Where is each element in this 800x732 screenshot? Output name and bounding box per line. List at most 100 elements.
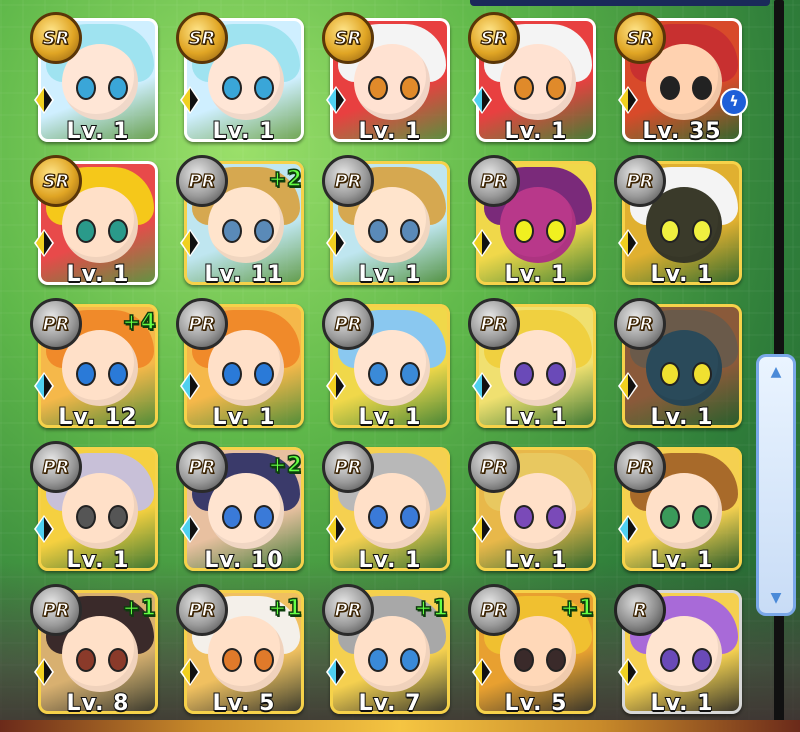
rarity-badge: PR (468, 584, 520, 636)
card-level: Lv. 1 (650, 547, 714, 574)
eye-left (368, 76, 388, 100)
card-level: Lv. 5 (504, 690, 568, 717)
card-level: Lv. 12 (57, 404, 138, 431)
eye-left (76, 219, 96, 243)
eye-left (514, 219, 534, 243)
eye-left (514, 648, 534, 672)
character-card[interactable]: PR +1 Lv. 7 (322, 584, 452, 718)
card-level: Lv. 1 (66, 118, 130, 145)
character-card[interactable]: PR Lv. 1 (614, 155, 744, 289)
chevron-down-icon[interactable]: ▼ (767, 591, 785, 605)
upgrade-count: +4 (122, 309, 157, 336)
card-level: Lv. 1 (358, 547, 422, 574)
eye-left (368, 219, 388, 243)
rarity-badge: SR (322, 12, 374, 64)
card-level: Lv. 1 (358, 404, 422, 431)
character-card[interactable]: PR Lv. 1 (322, 298, 452, 432)
card-level: Lv. 1 (650, 404, 714, 431)
character-card[interactable]: SR ϟ Lv. 35 (614, 12, 748, 146)
character-card[interactable]: PR +1 Lv. 5 (176, 584, 306, 718)
eye-right (254, 76, 274, 100)
chevron-up-icon[interactable]: ▲ (767, 365, 785, 379)
eye-right (108, 505, 128, 529)
eye-right (400, 76, 420, 100)
scrollbar-thumb[interactable]: ▲ ▼ (756, 354, 796, 616)
character-card[interactable]: PR Lv. 1 (322, 155, 452, 289)
eye-left (660, 505, 680, 529)
card-level: Lv. 1 (504, 404, 568, 431)
eye-left (222, 362, 242, 386)
character-card[interactable]: SR Lv. 1 (176, 12, 306, 146)
eye-left (368, 505, 388, 529)
card-level: Lv. 1 (650, 690, 714, 717)
character-card[interactable]: PR Lv. 1 (468, 155, 598, 289)
character-card[interactable]: PR +2 Lv. 11 (176, 155, 306, 289)
rarity-badge: PR (30, 441, 82, 493)
eye-right (400, 505, 420, 529)
character-card[interactable]: PR Lv. 1 (30, 441, 160, 575)
eye-right (400, 219, 420, 243)
eye-left (514, 505, 534, 529)
rarity-badge: PR (176, 584, 228, 636)
eye-right (108, 76, 128, 100)
eye-left (222, 76, 242, 100)
card-level: Lv. 1 (66, 547, 130, 574)
eye-left (76, 362, 96, 386)
character-card[interactable]: R Lv. 1 (614, 584, 744, 718)
eye-left (660, 219, 680, 243)
character-card[interactable]: PR +1 Lv. 5 (468, 584, 598, 718)
eye-left (222, 648, 242, 672)
rarity-badge: PR (322, 155, 374, 207)
bottom-bar-edge (0, 720, 800, 732)
card-grid: SR Lv. 1 SR Lv. 1 SR Lv. 1 SR Lv. 1 SR ϟ Lv. 35 SR L… (30, 12, 748, 718)
rarity-badge: PR (322, 584, 374, 636)
eye-left (222, 505, 242, 529)
character-card[interactable]: PR Lv. 1 (614, 298, 744, 432)
character-card[interactable]: SR Lv. 1 (468, 12, 598, 146)
rarity-badge: PR (176, 155, 228, 207)
eye-right (692, 219, 712, 243)
rarity-badge: SR (614, 12, 666, 64)
character-card[interactable]: SR Lv. 1 (30, 155, 160, 289)
eye-left (222, 219, 242, 243)
card-level: Lv. 1 (66, 261, 130, 288)
character-card[interactable]: PR Lv. 1 (614, 441, 744, 575)
eye-left (514, 76, 534, 100)
eye-left (368, 648, 388, 672)
upgrade-count: +1 (560, 595, 595, 622)
eye-left (514, 362, 534, 386)
eye-left (76, 648, 96, 672)
rarity-badge: PR (468, 298, 520, 350)
character-card[interactable]: PR +4 Lv. 12 (30, 298, 160, 432)
eye-right (254, 219, 274, 243)
eye-right (546, 505, 566, 529)
eye-right (108, 362, 128, 386)
card-level: Lv. 8 (66, 690, 130, 717)
eye-right (546, 362, 566, 386)
eye-left (660, 648, 680, 672)
card-level: Lv. 7 (358, 690, 422, 717)
character-card[interactable]: PR +1 Lv. 8 (30, 584, 160, 718)
character-card[interactable]: PR Lv. 1 (322, 441, 452, 575)
card-level: Lv. 1 (212, 404, 276, 431)
character-card[interactable]: SR Lv. 1 (30, 12, 160, 146)
eye-right (254, 505, 274, 529)
rarity-badge: PR (176, 441, 228, 493)
card-level: Lv. 35 (641, 118, 722, 145)
rarity-badge: PR (614, 298, 666, 350)
character-card[interactable]: PR +2 Lv. 10 (176, 441, 306, 575)
eye-right (254, 362, 274, 386)
character-card[interactable]: SR Lv. 1 (322, 12, 452, 146)
upgrade-count: +1 (414, 595, 449, 622)
eye-right (692, 362, 712, 386)
card-level: Lv. 1 (504, 261, 568, 288)
card-level: Lv. 1 (504, 118, 568, 145)
card-level: Lv. 10 (203, 547, 284, 574)
eye-right (546, 76, 566, 100)
character-card[interactable]: PR Lv. 1 (468, 298, 598, 432)
rarity-badge: PR (322, 441, 374, 493)
card-level: Lv. 1 (358, 118, 422, 145)
character-card[interactable]: PR Lv. 1 (176, 298, 306, 432)
eye-left (76, 505, 96, 529)
character-card[interactable]: PR Lv. 1 (468, 441, 598, 575)
